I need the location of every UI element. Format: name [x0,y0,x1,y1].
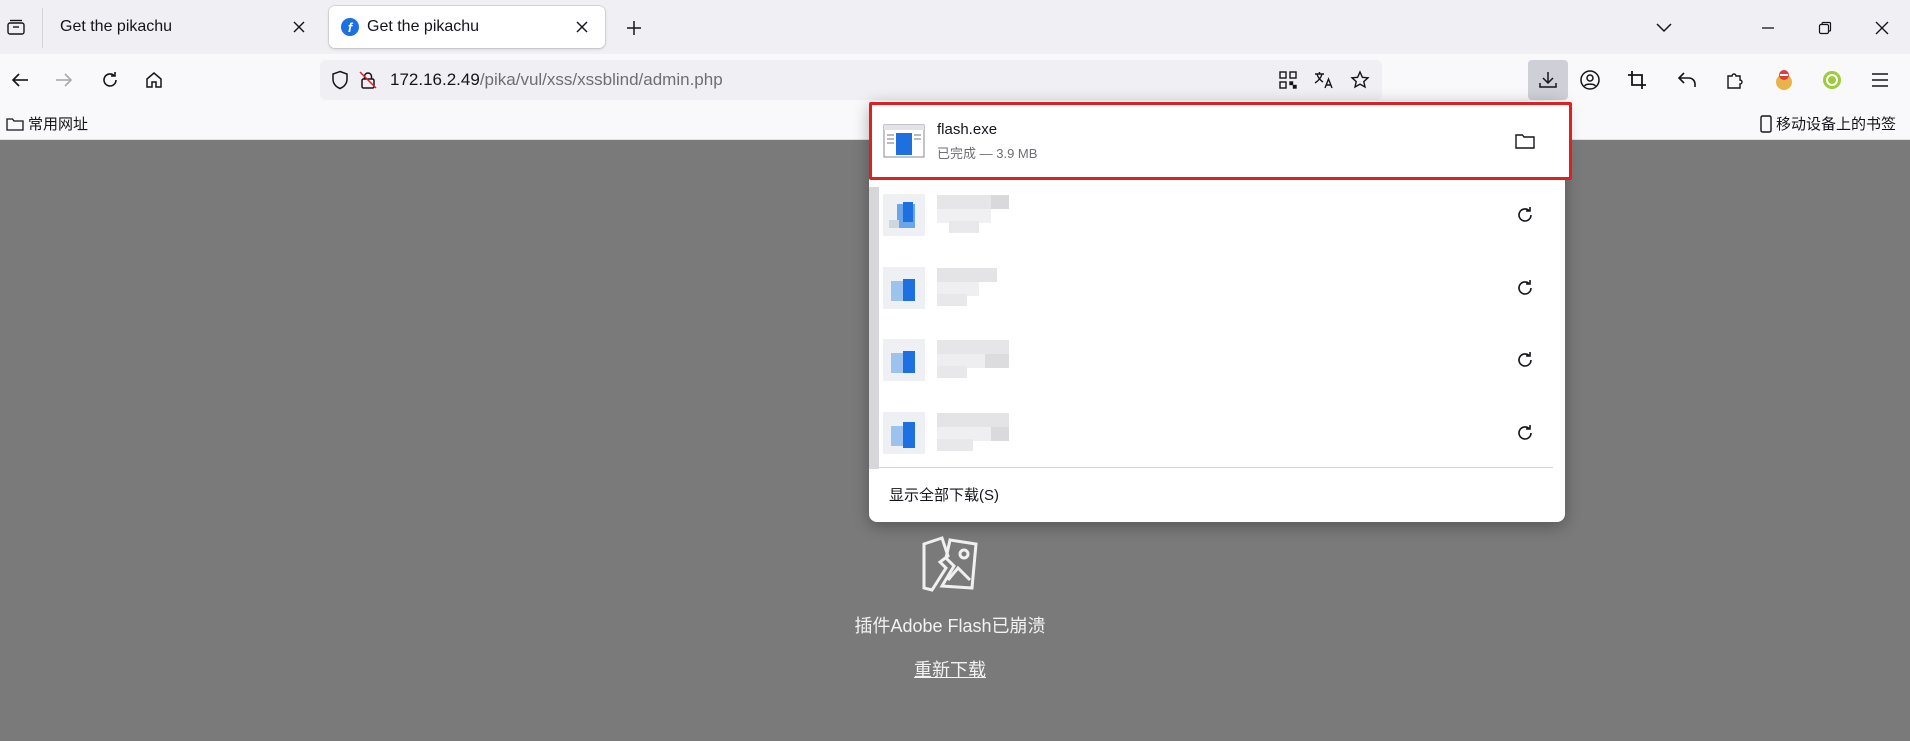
close-window-button[interactable] [1868,14,1896,42]
download-item-flash-exe[interactable]: flash.exe 已完成 — 3.9 MB [883,110,1553,172]
folder-icon [6,117,24,131]
insecure-lock-icon[interactable] [354,66,382,94]
download-item[interactable] [883,329,1553,391]
flash-icon: f [341,18,359,36]
tab-get-the-pikachu-1[interactable]: Get the pikachu [44,6,322,48]
tab-strip: Get the pikachu f Get the pikachu [0,0,1910,54]
file-icon-pixelated [883,339,925,381]
qr-code-icon[interactable] [1274,66,1302,94]
close-icon [293,21,305,33]
plus-icon [627,21,641,35]
bookmark-folder-label: 常用网址 [28,116,89,133]
download-info-pixelated [937,268,1553,308]
crash-message: 插件Adobe Flash已崩溃 [854,616,1046,636]
hamburger-menu-icon [1872,73,1888,87]
shield-icon[interactable] [326,66,354,94]
app-menu-button[interactable] [1864,64,1896,96]
extension-green-button[interactable] [1816,64,1848,96]
download-info-pixelated [937,195,1553,235]
extension-avatar-icon [1776,70,1792,90]
open-folder-button[interactable] [1511,127,1539,155]
reload-icon [103,72,117,87]
arrow-left-icon [11,73,28,87]
bookmark-star-icon[interactable] [1346,66,1374,94]
crop-icon [1628,71,1646,89]
puzzle-icon [1727,73,1743,89]
home-button[interactable] [138,64,170,96]
back-button[interactable] [4,64,36,96]
download-icon [1539,72,1557,88]
extensions-button[interactable] [1719,64,1751,96]
retry-download-button[interactable] [1511,201,1539,229]
url-host: 172.16.2.49 [390,70,480,89]
home-icon [146,72,162,88]
tab-get-the-pikachu-2[interactable]: f Get the pikachu [329,6,605,48]
undo-button[interactable] [1671,64,1703,96]
list-all-tabs-button[interactable] [1650,14,1678,42]
retry-icon [1518,352,1532,367]
tab-divider [42,8,43,48]
downloads-button[interactable] [1528,60,1568,100]
retry-download-button[interactable] [1511,346,1539,374]
tab-close-button[interactable] [571,16,593,38]
tab-list-icon [7,19,25,35]
show-all-downloads-button[interactable]: 显示全部下载(S) [889,484,999,505]
retry-icon [1518,207,1532,222]
exe-file-icon [883,120,925,162]
downloads-panel: flash.exe 已完成 — 3.9 MB 显示全部下载(S) [869,101,1572,522]
navigation-toolbar: 172.16.2.49/pika/vul/xss/xssblind/admin.… [0,54,1910,106]
folder-icon [1515,134,1535,149]
extension-green-icon [1823,71,1841,89]
tab-close-button[interactable] [288,16,310,38]
chevron-down-icon [1656,23,1672,33]
screenshot-button[interactable] [1621,64,1653,96]
restore-button[interactable] [1811,14,1839,42]
extension-avatar-button[interactable] [1768,64,1800,96]
download-status: 已完成 — 3.9 MB [937,145,1038,161]
undo-icon [1677,72,1696,87]
retry-icon [1518,425,1532,440]
downloads-separator [879,467,1553,468]
url-bar-actions [1274,66,1374,94]
retry-download-button[interactable] [1511,419,1539,447]
reload-plugin-link[interactable]: 重新下载 [760,656,1140,682]
minimize-icon [1762,27,1774,29]
restore-icon [1818,21,1832,35]
minimize-button[interactable] [1754,14,1782,42]
retry-icon [1518,280,1532,295]
mobile-bookmarks[interactable]: 移动设备上的书签 [1760,113,1896,134]
mobile-device-icon [1760,114,1772,133]
account-button[interactable] [1574,64,1606,96]
reload-button[interactable] [94,64,126,96]
url-path: /pika/vul/xss/xssblind/admin.php [479,70,723,89]
url-text[interactable]: 172.16.2.49/pika/vul/xss/xssblind/admin.… [390,70,723,90]
arrow-right-icon [56,73,73,87]
download-filename: flash.exe [937,120,998,138]
bookmark-folder-common[interactable]: 常用网址 [6,113,88,134]
download-item[interactable] [883,184,1553,246]
translate-icon[interactable] [1310,66,1338,94]
new-tab-button[interactable] [620,14,648,42]
download-info-pixelated [937,413,1553,453]
download-info-pixelated [937,340,1553,380]
tab-title: Get the pikachu [367,18,480,35]
retry-download-button[interactable] [1511,274,1539,302]
url-bar[interactable]: 172.16.2.49/pika/vul/xss/xssblind/admin.… [320,60,1382,100]
file-icon-pixelated [883,412,925,454]
tab-list-button[interactable] [0,10,32,44]
close-icon [576,21,588,33]
file-icon-pixelated [883,194,925,236]
download-item[interactable] [883,402,1553,464]
close-icon [1875,21,1889,35]
file-icon-pixelated [883,267,925,309]
tab-title: Get the pikachu [60,18,173,35]
broken-plugin-icon [922,536,978,592]
mobile-bookmarks-label: 移动设备上的书签 [1775,116,1896,133]
downloads-scrollbar[interactable] [869,187,879,469]
forward-button[interactable] [48,64,80,96]
download-item[interactable] [883,257,1553,319]
account-icon [1580,70,1600,90]
